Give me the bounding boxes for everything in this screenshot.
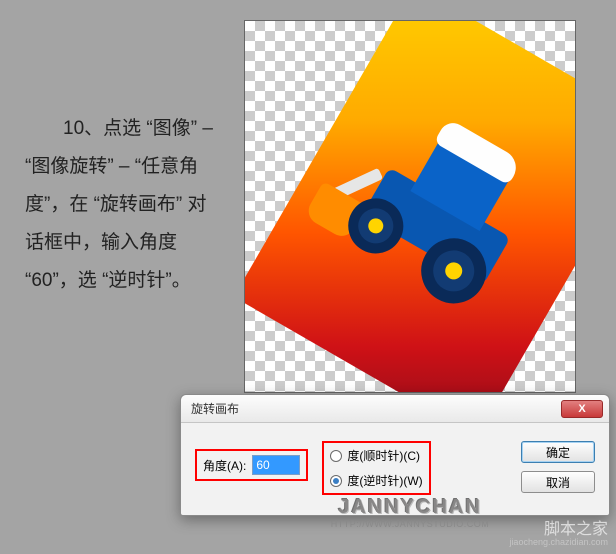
radio-cw-label: 度(顺时针)(C) bbox=[347, 447, 420, 464]
close-icon: X bbox=[578, 403, 585, 415]
dialog-title: 旋转画布 bbox=[191, 400, 561, 417]
direction-radio-group: 度(顺时针)(C) 度(逆时针)(W) bbox=[322, 441, 430, 495]
ok-button[interactable]: 确定 bbox=[521, 441, 595, 463]
watermark-url: HTTP://WWW.JANNYSTUDIO.COM bbox=[331, 519, 490, 529]
radio-icon bbox=[330, 450, 342, 462]
canvas-preview bbox=[244, 20, 576, 393]
rotated-image bbox=[244, 20, 576, 393]
instruction-text: 10、点选 “图像” – “图像旋转” – “任意角度”，在 “旋转画布” 对话… bbox=[25, 110, 225, 300]
site-name: 脚本之家 bbox=[509, 521, 608, 539]
site-watermark: 脚本之家 jiaocheng.chazidian.com bbox=[509, 521, 608, 548]
site-url: jiaocheng.chazidian.com bbox=[509, 538, 608, 548]
watermark-brand: JANNYCHAN bbox=[338, 496, 482, 519]
radio-counterclockwise[interactable]: 度(逆时针)(W) bbox=[330, 472, 422, 489]
close-button[interactable]: X bbox=[561, 400, 603, 418]
angle-field-group: 角度(A): bbox=[195, 449, 308, 481]
cancel-button[interactable]: 取消 bbox=[521, 471, 595, 493]
dialog-titlebar[interactable]: 旋转画布 X bbox=[181, 395, 609, 423]
angle-input[interactable] bbox=[252, 455, 300, 475]
radio-clockwise[interactable]: 度(顺时针)(C) bbox=[330, 447, 422, 464]
radio-icon bbox=[330, 475, 342, 487]
angle-label: 角度(A): bbox=[203, 457, 246, 474]
radio-ccw-label: 度(逆时针)(W) bbox=[347, 472, 422, 489]
toy-illustration bbox=[317, 97, 563, 343]
